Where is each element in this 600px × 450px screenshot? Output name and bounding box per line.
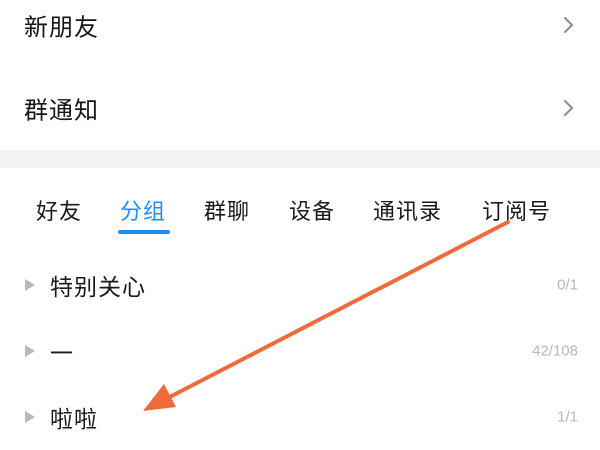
expand-triangle-icon	[25, 345, 35, 357]
group-online-count: 0/1	[557, 276, 578, 294]
tab-group-chats[interactable]: 群聊	[204, 194, 250, 226]
group-online-count: 1/1	[557, 408, 578, 426]
group-row[interactable]: 一 42/108	[0, 321, 600, 381]
group-name: 一	[50, 341, 74, 367]
new-friends-row[interactable]: 新朋友	[0, 0, 600, 55]
group-notice-row[interactable]: 群通知	[0, 78, 600, 138]
group-name: 特别关心	[50, 275, 146, 301]
active-tab-indicator	[118, 230, 170, 234]
expand-triangle-icon	[25, 411, 35, 423]
group-row[interactable]: 啦啦 1/1	[0, 387, 600, 447]
tab-devices[interactable]: 设备	[289, 194, 335, 226]
group-notice-label: 群通知	[24, 96, 99, 125]
contacts-tab-bar: 好友 分组 群聊 设备 通讯录 订阅号	[0, 188, 600, 236]
tab-address-book[interactable]: 通讯录	[373, 194, 442, 226]
tab-groups[interactable]: 分组	[120, 194, 166, 226]
new-friends-label: 新朋友	[24, 13, 99, 42]
section-separator	[0, 150, 600, 168]
expand-triangle-icon	[25, 279, 35, 291]
group-online-count: 42/108	[532, 342, 578, 360]
chevron-right-icon	[564, 100, 573, 116]
group-row[interactable]: 特别关心 0/1	[0, 255, 600, 315]
tab-subscriptions[interactable]: 订阅号	[482, 194, 551, 226]
group-name: 啦啦	[50, 407, 98, 433]
chevron-right-icon	[564, 17, 573, 33]
contacts-screen: 新朋友 群通知 好友 分组 群聊 设备 通讯录 订阅号 特别关心 0/1 一 4…	[0, 0, 600, 450]
tab-friends[interactable]: 好友	[36, 194, 82, 226]
